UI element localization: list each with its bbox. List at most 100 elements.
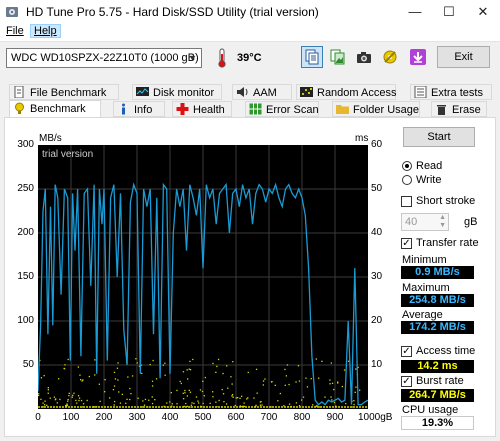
- minimum-value: 0.9 MB/s: [401, 266, 474, 279]
- access-time-point: [63, 367, 65, 370]
- access-time-point: [119, 402, 122, 404]
- access-time-point: [285, 375, 287, 377]
- scan-grid-icon: [249, 103, 262, 115]
- tab-error-scan[interactable]: Error Scan: [245, 101, 319, 117]
- access-time-point: [225, 403, 228, 405]
- tab-aam[interactable]: AAM: [232, 84, 292, 100]
- access-time-point: [79, 374, 81, 376]
- access-time-point: [49, 397, 51, 399]
- drive-select-value: WDC WD10SPZX-22Z10T0 (1000 gB): [11, 52, 199, 64]
- access-time-point: [324, 396, 326, 398]
- tab-health[interactable]: Health: [172, 101, 232, 117]
- access-time-point: [184, 392, 186, 394]
- x-axis-tick: 200: [95, 412, 113, 423]
- speaker-icon: [237, 87, 248, 97]
- access-time-point: [94, 359, 96, 361]
- x-axis-tick: 400: [161, 412, 179, 423]
- chart-grid: [38, 145, 368, 409]
- access-time-point: [68, 395, 70, 397]
- save-button[interactable]: [407, 46, 429, 68]
- minimize-button[interactable]: —: [398, 0, 432, 23]
- average-value: 174.2 MB/s: [401, 321, 474, 334]
- access-time-point: [201, 390, 204, 393]
- write-radio[interactable]: [402, 175, 412, 185]
- camera-icon: [357, 52, 371, 63]
- copy-image-icon: [330, 49, 345, 65]
- access-time-point: [221, 388, 223, 391]
- random-access-icon: [300, 87, 313, 97]
- burst-rate-checkbox[interactable]: ✓: [401, 376, 412, 387]
- copy-text-button[interactable]: [301, 46, 323, 68]
- access-time-checkbox[interactable]: ✓: [401, 346, 412, 357]
- cpu-usage-label: CPU usage: [402, 404, 459, 416]
- short-stroke-spinner[interactable]: 40 ▲ ▼: [401, 213, 449, 231]
- access-time-point: [188, 389, 190, 391]
- access-time-point: [136, 362, 138, 364]
- wrench-icon: [383, 50, 397, 64]
- transfer-rate-checkbox[interactable]: ✓: [401, 238, 412, 249]
- access-time-point: [186, 369, 188, 371]
- read-radio[interactable]: [402, 161, 412, 171]
- tab-disk-monitor[interactable]: Disk monitor: [132, 84, 222, 100]
- average-label: Average: [402, 309, 443, 321]
- access-time-point: [204, 376, 206, 379]
- access-time-point: [337, 381, 339, 383]
- access-time-point: [302, 396, 305, 398]
- tab-erase[interactable]: Erase: [431, 101, 487, 117]
- tab-benchmark[interactable]: Benchmark: [9, 100, 101, 118]
- menu-file[interactable]: File: [3, 25, 27, 37]
- tab-label: Erase: [452, 104, 481, 116]
- access-time-point: [77, 395, 80, 397]
- access-time-point: [312, 404, 314, 406]
- access-time-point: [155, 378, 158, 380]
- access-time-point: [66, 403, 68, 405]
- tab-label: Disk monitor: [153, 87, 215, 99]
- access-time-point: [226, 365, 228, 367]
- access-time-point: [66, 404, 68, 407]
- access-time-point: [176, 389, 178, 392]
- access-time-point: [321, 360, 323, 362]
- copy-image-button[interactable]: [327, 46, 349, 68]
- exit-button[interactable]: Exit: [437, 46, 490, 68]
- access-time-point: [67, 400, 69, 402]
- transfer-rate-label: Transfer rate: [416, 237, 479, 249]
- access-time-point: [176, 403, 178, 405]
- options-button[interactable]: [379, 46, 401, 68]
- access-time-label: Access time: [416, 345, 476, 357]
- access-time-point: [94, 374, 96, 376]
- tab-extra-tests[interactable]: Extra tests: [410, 84, 492, 100]
- short-stroke-checkbox[interactable]: [401, 196, 412, 207]
- access-time-point: [195, 396, 198, 398]
- access-time-point: [43, 375, 45, 377]
- maximize-button[interactable]: ☐: [432, 0, 466, 23]
- drive-select[interactable]: WDC WD10SPZX-22Z10T0 (1000 gB) ▼: [6, 48, 202, 68]
- access-time-point: [44, 400, 46, 402]
- tab-random-access[interactable]: Random Access: [296, 84, 396, 100]
- access-time-point: [71, 396, 73, 398]
- screenshot-button[interactable]: [353, 46, 375, 68]
- access-time-point: [212, 391, 214, 393]
- access-time-point: [99, 400, 101, 402]
- chevron-down-icon: ▼: [188, 53, 197, 63]
- access-time-point: [38, 393, 40, 395]
- access-time-point: [104, 391, 106, 393]
- tab-file-benchmark[interactable]: File Benchmark: [9, 84, 119, 100]
- access-time-point: [235, 397, 237, 399]
- access-time-point: [149, 363, 151, 366]
- access-time-point: [198, 402, 200, 404]
- access-time-point: [222, 393, 225, 395]
- tab-folder-usage[interactable]: Folder Usage: [332, 101, 420, 117]
- access-time-point: [47, 387, 49, 389]
- access-time-point: [142, 400, 144, 402]
- tab-info[interactable]: Info: [113, 101, 165, 117]
- x-axis-tick: 900: [326, 412, 344, 423]
- access-time-point: [130, 393, 132, 395]
- cpu-usage-value: 19.3%: [401, 416, 474, 430]
- menu-help[interactable]: Help: [30, 24, 61, 38]
- access-time-point: [54, 399, 57, 401]
- maximum-value: 254.8 MB/s: [401, 294, 474, 307]
- close-button[interactable]: ✕: [466, 0, 500, 23]
- access-time-point: [191, 402, 193, 404]
- access-time-point: [47, 389, 49, 391]
- start-button[interactable]: Start: [403, 127, 475, 147]
